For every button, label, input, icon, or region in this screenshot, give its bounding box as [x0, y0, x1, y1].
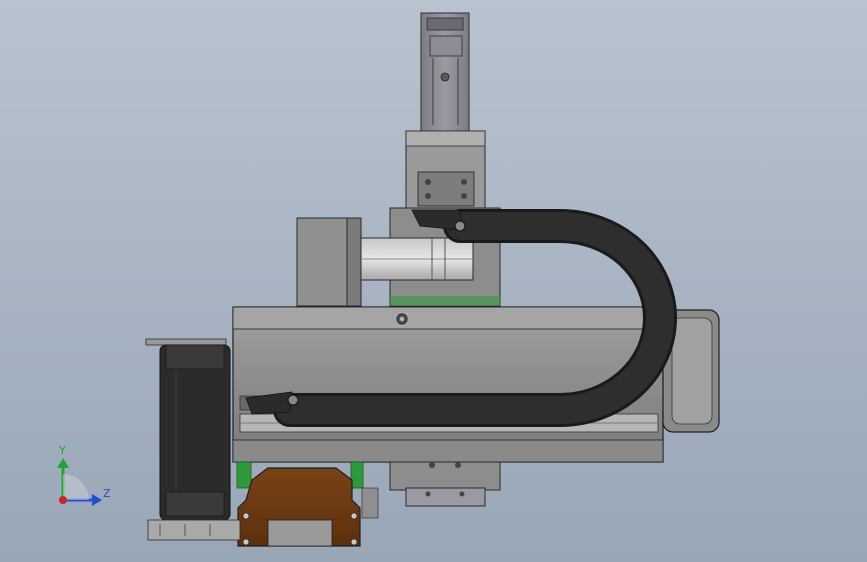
cad-viewport[interactable]: Y Z: [0, 0, 867, 562]
left-roller: [145, 338, 231, 521]
motor-block-left: [296, 217, 348, 307]
vertical-column: [405, 12, 486, 210]
y-axis-label: Y: [58, 444, 66, 457]
chain-pivot-top: [454, 220, 466, 232]
profile-rail: [147, 519, 241, 541]
lower-block: [389, 461, 501, 507]
chain-pivot-bottom: [287, 394, 299, 406]
z-axis-label: Z: [103, 487, 111, 500]
column-bolt: [440, 72, 450, 82]
column-top-block: [420, 12, 470, 132]
x-axis-dot: [59, 496, 67, 504]
orientation-triad[interactable]: Y Z: [57, 444, 111, 506]
